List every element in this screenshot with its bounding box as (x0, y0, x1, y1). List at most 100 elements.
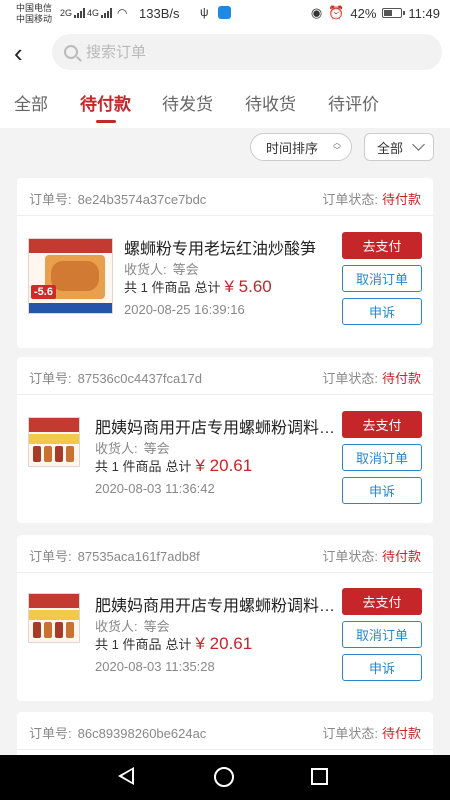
scope-dropdown[interactable]: 全部 (364, 133, 434, 161)
cancel-order-button[interactable]: 取消订单 (342, 621, 422, 648)
carrier-2: 中国移动 (16, 14, 53, 24)
order-card[interactable]: 订单号: 8e24b3574a37ce7bdc 订单状态: 待付款 -5.6 螺蛳粉… (17, 178, 433, 348)
order-status-value: 待付款 (381, 726, 421, 741)
order-number: 订单号: 86c89398260be624ac (29, 723, 206, 742)
usb-icon: ψ (200, 5, 209, 19)
alarm-icon: ⏰ (328, 5, 345, 20)
item-count: 共 1 件商品 (95, 637, 162, 652)
pay-button[interactable]: 去支付 (342, 588, 422, 615)
order-status-label: 订单状态: (322, 371, 378, 386)
order-status-value: 待付款 (381, 192, 421, 207)
order-summary: 共 1 件商品 总计 ¥ 5.60 (124, 277, 272, 297)
battery-percent: 42% (350, 5, 377, 21)
pay-button[interactable]: 去支付 (342, 411, 422, 438)
scope-label: 全部 (377, 140, 404, 156)
complain-button[interactable]: 申诉 (342, 298, 422, 325)
tab-all[interactable]: 全部 (14, 90, 48, 115)
receiver: 收货人: 等会 (95, 616, 170, 635)
signal-icons: 2G 4G ◠ (60, 6, 128, 20)
order-number-value: 87535aca161f7adb8f (77, 549, 200, 564)
back-icon[interactable]: ‹ (14, 38, 42, 68)
product-thumbnail[interactable]: -5.6 (28, 238, 113, 314)
status-bar: 中国电信 中国移动 2G 4G ◠ 133B/s ψ ◉ ⏰ 42% 11:49 (0, 0, 450, 28)
carrier-info: 中国电信 中国移动 (16, 3, 52, 25)
cancel-order-button[interactable]: 取消订单 (342, 265, 422, 292)
order-price: ¥ 5.60 (224, 277, 272, 296)
signal-icon (101, 8, 113, 18)
order-header: 订单号: 87536c0c4437fca17d 订单状态: 待付款 (17, 357, 433, 395)
item-count: 共 1 件商品 (95, 459, 162, 474)
top-bar: ‹ (0, 28, 450, 78)
complain-button[interactable]: 申诉 (342, 654, 422, 681)
order-summary: 共 1 件商品 总计 ¥ 20.61 (95, 456, 252, 476)
order-status-value: 待付款 (381, 371, 421, 386)
receiver-value: 等会 (143, 441, 170, 456)
search-box[interactable] (52, 34, 442, 70)
search-icon (64, 45, 78, 59)
item-count: 共 1 件商品 (124, 280, 191, 295)
order-status-label: 订单状态: (322, 192, 378, 207)
chevron-down-icon (412, 138, 425, 151)
sort-arrows-icon: ︿ ﹀ (333, 138, 341, 155)
total-label: 总计 (165, 459, 192, 474)
order-header: 订单号: 86c89398260be624ac 订单状态: 待付款 (17, 712, 433, 750)
product-title[interactable]: 肥姨妈商用开店专用螺蛳粉调料… (95, 592, 335, 616)
product-thumbnail[interactable] (28, 593, 80, 643)
order-number-label: 订单号: (29, 371, 72, 386)
order-number-value: 8e24b3574a37ce7bdc (77, 192, 207, 207)
signal-icon (74, 8, 86, 18)
clock: 11:49 (408, 5, 440, 21)
order-number-label: 订单号: (29, 549, 72, 564)
order-number-label: 订单号: (29, 726, 72, 741)
order-price: ¥ 20.61 (195, 634, 253, 653)
order-status: 订单状态: 待付款 (322, 546, 421, 565)
order-price: ¥ 20.61 (195, 456, 253, 475)
receiver-value: 等会 (172, 262, 199, 277)
carrier-1: 中国电信 (16, 3, 53, 13)
tab-pending-payment[interactable]: 待付款 (80, 90, 131, 123)
order-number: 订单号: 87535aca161f7adb8f (29, 546, 200, 565)
order-card[interactable]: 订单号: 87536c0c4437fca17d 订单状态: 待付款 肥姨妈商用开店专… (17, 357, 433, 523)
order-status: 订单状态: 待付款 (322, 723, 421, 742)
product-thumbnail[interactable] (28, 417, 80, 467)
total-label: 总计 (194, 280, 221, 295)
order-status-label: 订单状态: (322, 549, 378, 564)
sort-label: 时间排序 (266, 140, 319, 156)
search-input[interactable] (86, 43, 386, 61)
nav-back-icon[interactable] (118, 767, 134, 785)
sort-time-button[interactable]: 时间排序 ︿ ﹀ (250, 133, 352, 161)
order-card[interactable]: 订单号: 87535aca161f7adb8f 订单状态: 待付款 肥姨妈商用开店专… (17, 535, 433, 701)
receiver-label: 收货人: (95, 441, 138, 456)
order-status: 订单状态: 待付款 (322, 368, 421, 387)
nav-home-icon[interactable] (214, 767, 234, 787)
receiver-label: 收货人: (124, 262, 167, 277)
receiver-value: 等会 (143, 619, 170, 634)
tab-pending-shipment[interactable]: 待发货 (162, 90, 213, 115)
order-header: 订单号: 8e24b3574a37ce7bdc 订单状态: 待付款 (17, 178, 433, 216)
order-summary: 共 1 件商品 总计 ¥ 20.61 (95, 634, 252, 654)
status-right: ◉ ⏰ 42% 11:49 (311, 5, 440, 21)
product-title[interactable]: 螺蛳粉专用老坛红油炒酸笋 (124, 235, 316, 259)
cancel-order-button[interactable]: 取消订单 (342, 444, 422, 471)
order-number-value: 87536c0c4437fca17d (77, 371, 202, 386)
tab-pending-receipt[interactable]: 待收货 (245, 90, 296, 115)
order-number-value: 86c89398260be624ac (77, 726, 207, 741)
total-label: 总计 (165, 637, 192, 652)
tab-pending-review[interactable]: 待评价 (328, 90, 379, 115)
order-status-label: 订单状态: (322, 726, 378, 741)
pay-button[interactable]: 去支付 (342, 232, 422, 259)
system-nav-bar (0, 755, 450, 800)
order-tabs: 全部 待付款 待发货 待收货 待评价 (0, 78, 450, 128)
order-number: 订单号: 87536c0c4437fca17d (29, 368, 202, 387)
nav-recent-apps-icon[interactable] (311, 768, 328, 785)
wifi-icon: ◠ (117, 6, 128, 20)
order-time: 2020-08-03 11:36:42 (95, 481, 215, 496)
receiver: 收货人: 等会 (124, 259, 199, 278)
thumbnail-price-tag: -5.6 (31, 285, 56, 299)
order-time: 2020-08-25 16:39:16 (124, 302, 245, 317)
battery-icon (382, 8, 406, 18)
eye-icon: ◉ (310, 5, 323, 20)
order-time: 2020-08-03 11:35:28 (95, 659, 215, 674)
product-title[interactable]: 肥姨妈商用开店专用螺蛳粉调料… (95, 414, 335, 438)
complain-button[interactable]: 申诉 (342, 477, 422, 504)
